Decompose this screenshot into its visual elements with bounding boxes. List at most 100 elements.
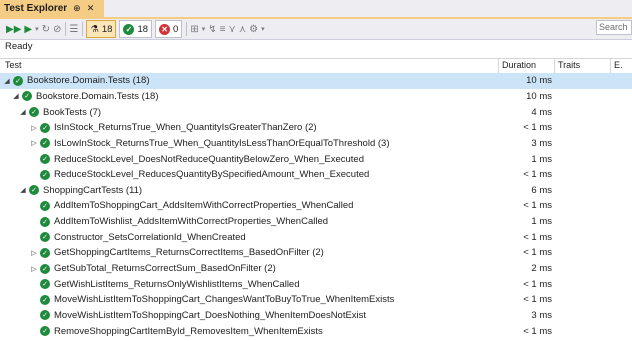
test-duration: < 1 ms [523, 247, 552, 259]
passed-tests-filter[interactable]: ✓ 18 [119, 20, 153, 38]
test-name: MoveWishListItemToShoppingCart_ChangesWa… [54, 294, 395, 306]
test-tree-row[interactable]: ▷ ✓ IsInStock_ReturnsTrue_When_QuantityIsG… [0, 120, 632, 136]
column-header-error[interactable]: E. [614, 60, 623, 70]
check-icon: ✓ [123, 23, 135, 35]
test-name: ReduceStockLevel_ReducesQuantityBySpecif… [54, 169, 370, 181]
test-duration: < 1 ms [523, 231, 552, 243]
close-icon[interactable]: ✕ [87, 3, 95, 14]
pin-icon[interactable]: ⊕ [73, 3, 81, 14]
passed-icon: ✓ [29, 107, 39, 118]
test-tree-row[interactable]: ▷ ✓ GetShoppingCartItems_ReturnsCorrectIte… [0, 245, 632, 261]
test-tree-row[interactable]: ◢ ✓ BookTests (7) 4 ms [0, 104, 632, 120]
column-header-row: Test Duration Traits E. [0, 58, 632, 74]
total-count: 18 [101, 23, 113, 35]
test-tree-row[interactable]: ◢ ✓ ShoppingCartTests (11) 6 ms [0, 182, 632, 198]
tab-title: Test Explorer [4, 3, 68, 14]
passed-icon: ✓ [40, 279, 50, 290]
passed-icon: ✓ [40, 154, 50, 165]
run-all-icon[interactable]: ▶▶ [6, 21, 21, 37]
passed-icon: ✓ [40, 169, 50, 180]
passed-count: 18 [137, 23, 149, 35]
passed-icon: ✓ [40, 122, 50, 133]
column-divider[interactable] [554, 59, 555, 73]
test-duration: 6 ms [531, 184, 552, 196]
playlist-icon[interactable]: ☰ [69, 21, 78, 37]
test-duration: 10 ms [526, 90, 552, 102]
passed-icon: ✓ [22, 91, 32, 102]
test-tree-row[interactable]: ✓ AddItemToWishlist_AddsItemWithCorrectPr… [0, 214, 632, 230]
passed-icon: ✓ [40, 294, 50, 305]
settings-icon[interactable]: ⚙ [249, 21, 258, 37]
repeat-last-run-icon[interactable]: ↻ [42, 21, 50, 37]
chevron-down-icon[interactable]: ▾ [202, 21, 206, 37]
passed-icon: ✓ [13, 75, 23, 86]
title-bar: Test Explorer ⊕ ✕ [0, 0, 632, 17]
test-name: AddItemToShoppingCart_AddsItemWithCorrec… [54, 200, 354, 212]
test-tree-row[interactable]: ✓ ReduceStockLevel_ReducesQuantityBySpeci… [0, 167, 632, 183]
toolbar-separator [82, 22, 84, 36]
column-divider[interactable] [498, 59, 499, 73]
test-tree-row[interactable]: ▷ ✓ GetSubTotal_ReturnsCorrectSum_BasedOnF… [0, 261, 632, 277]
expanded-arrow-icon[interactable]: ◢ [3, 77, 11, 85]
expanded-arrow-icon[interactable]: ◢ [12, 92, 20, 100]
test-tree-row[interactable]: ◢ ✓ Bookstore.Domain.Tests (18) 10 ms [0, 73, 632, 89]
chevron-down-icon[interactable]: ▾ [35, 21, 39, 37]
run-icon[interactable]: ▶ [24, 21, 32, 37]
test-name: ShoppingCartTests (11) [43, 184, 143, 196]
passed-icon: ✓ [40, 216, 50, 227]
passed-icon: ✓ [40, 200, 50, 211]
tab-test-explorer[interactable]: Test Explorer ⊕ ✕ [0, 0, 104, 17]
passed-icon: ✓ [40, 247, 50, 258]
collapsed-arrow-icon[interactable]: ▷ [30, 265, 38, 273]
test-duration: 1 ms [531, 216, 552, 228]
test-name: Bookstore.Domain.Tests (18) [27, 75, 150, 87]
total-tests-filter[interactable]: ⚗ 18 [86, 20, 117, 38]
expanded-arrow-icon[interactable]: ◢ [19, 108, 27, 116]
column-divider[interactable] [610, 59, 611, 73]
test-duration: 4 ms [531, 106, 552, 118]
column-header-test[interactable]: Test [5, 60, 22, 70]
test-name: Bookstore.Domain.Tests (18) [36, 90, 159, 102]
expand-all-icon[interactable]: ⋎ [228, 21, 235, 37]
flask-icon: ⚗ [90, 23, 99, 35]
passed-icon: ✓ [40, 138, 50, 149]
test-tree-row[interactable]: ✓ ReduceStockLevel_DoesNotReduceQuantityB… [0, 151, 632, 167]
test-duration: 10 ms [526, 75, 552, 87]
show-output-icon[interactable]: ≡ [220, 21, 226, 37]
error-icon: ✕ [159, 23, 171, 35]
test-tree-row[interactable]: ✓ MoveWishListItemToShoppingCart_DoesNoth… [0, 308, 632, 324]
expanded-arrow-icon[interactable]: ◢ [19, 186, 27, 194]
search-input[interactable]: Search [596, 20, 632, 35]
column-header-traits[interactable]: Traits [558, 60, 580, 70]
run-after-build-icon[interactable]: ↯ [208, 21, 216, 37]
test-name: IsLowInStock_ReturnsTrue_When_QuantityIs… [54, 137, 390, 149]
test-duration: < 1 ms [523, 200, 552, 212]
test-name: GetShoppingCartItems_ReturnsCorrectItems… [54, 247, 324, 259]
passed-icon: ✓ [40, 263, 50, 274]
cancel-run-icon[interactable]: ⊘ [53, 21, 61, 37]
status-text: Ready [5, 41, 33, 52]
toolbar-separator [65, 22, 67, 36]
test-tree-row[interactable]: ✓ Constructor_SetsCorrelationId_WhenCreat… [0, 229, 632, 245]
test-name: Constructor_SetsCorrelationId_WhenCreate… [54, 231, 246, 243]
test-name: BookTests (7) [43, 106, 102, 118]
test-tree-row[interactable]: ✓ GetWishListItems_ReturnsOnlyWishlistIte… [0, 276, 632, 292]
toolbar: ▶▶ ▶ ▾ ↻ ⊘ ☰ ⚗ 18 ✓ 18 ✕ 0 ⊞ ▾ ↯ ≡ ⋎ ⋏ ⚙… [0, 19, 632, 40]
test-tree-row[interactable]: ▷ ✓ IsLowInStock_ReturnsTrue_When_Quantity… [0, 136, 632, 152]
test-duration: 1 ms [531, 153, 552, 165]
collapsed-arrow-icon[interactable]: ▷ [30, 124, 38, 132]
test-duration: < 1 ms [523, 169, 552, 181]
test-tree-row[interactable]: ✓ RemoveShoppingCartItemById_RemovesItem_… [0, 323, 632, 339]
column-header-duration[interactable]: Duration [502, 60, 536, 70]
chevron-down-icon[interactable]: ▾ [261, 21, 265, 37]
failed-tests-filter[interactable]: ✕ 0 [155, 20, 183, 38]
test-name: MoveWishListItemToShoppingCart_DoesNothi… [54, 309, 367, 321]
group-by-icon[interactable]: ⊞ [190, 21, 198, 37]
passed-icon: ✓ [40, 326, 50, 337]
collapsed-arrow-icon[interactable]: ▷ [30, 139, 38, 147]
test-tree-row[interactable]: ✓ MoveWishListItemToShoppingCart_ChangesW… [0, 292, 632, 308]
test-tree-row[interactable]: ◢ ✓ Bookstore.Domain.Tests (18) 10 ms [0, 89, 632, 105]
test-tree-row[interactable]: ✓ AddItemToShoppingCart_AddsItemWithCorre… [0, 198, 632, 214]
collapse-all-icon[interactable]: ⋏ [239, 21, 246, 37]
collapsed-arrow-icon[interactable]: ▷ [30, 249, 38, 257]
